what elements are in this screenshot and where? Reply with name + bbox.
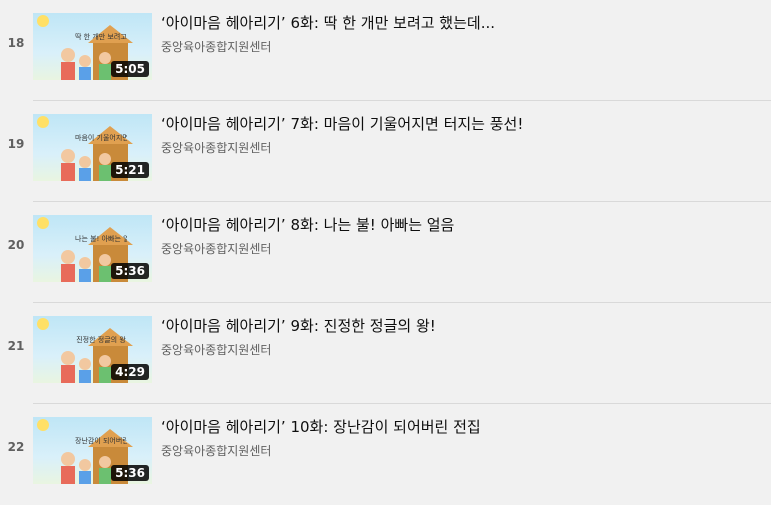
duration-badge: 5:36 bbox=[111, 263, 149, 279]
channel-name[interactable]: 중앙육아종합지원센터 bbox=[161, 342, 759, 358]
playlist-item[interactable]: 18 딱 한 개만 보려고 했는데 5:05 ‘아이마음 헤아리기’ 6화: 딱… bbox=[0, 0, 771, 101]
channel-name[interactable]: 중앙육아종합지원센터 bbox=[161, 241, 759, 257]
video-title[interactable]: ‘아이마음 헤아리기’ 7화: 마음이 기울어지면 터지는 풍선! bbox=[161, 114, 759, 134]
duration-badge: 5:36 bbox=[111, 465, 149, 481]
playlist-item-index: 19 bbox=[7, 137, 25, 151]
thumbnail-caption: 나는 불! 아빠는 얼음 bbox=[75, 235, 127, 243]
duration-badge: 4:29 bbox=[111, 364, 149, 380]
video-thumbnail[interactable]: 나는 불! 아빠는 얼음 5:36 bbox=[33, 215, 152, 282]
playlist-item[interactable]: 21 진정한 정글의 왕 4:29 ‘아이마음 헤아리기’ 9화: 진정한 정글… bbox=[0, 303, 771, 404]
channel-name[interactable]: 중앙육아종합지원센터 bbox=[161, 39, 759, 55]
video-thumbnail[interactable]: 진정한 정글의 왕 4:29 bbox=[33, 316, 152, 383]
playlist-panel: 18 딱 한 개만 보려고 했는데 5:05 ‘아이마음 헤아리기’ 6화: 딱… bbox=[0, 0, 771, 499]
thumbnail-caption: 딱 한 개만 보려고 했는데 bbox=[75, 33, 127, 41]
thumbnail-caption: 장난감이 되어버린 전집 bbox=[75, 437, 127, 445]
playlist-item[interactable]: 20 나는 불! 아빠는 얼음 5:36 ‘아이마음 헤아리기’ 8화: 나는 … bbox=[0, 202, 771, 303]
duration-badge: 5:21 bbox=[111, 162, 149, 178]
video-thumbnail[interactable]: 마음이 기울어지면 터지는 풍선 5:21 bbox=[33, 114, 152, 181]
playlist-item-index: 20 bbox=[7, 238, 25, 252]
playlist-item-index: 22 bbox=[7, 440, 25, 454]
thumbnail-caption: 마음이 기울어지면 터지는 풍선 bbox=[75, 134, 127, 142]
playlist-item[interactable]: 22 장난감이 되어버린 전집 5:36 ‘아이마음 헤아리기’ 10화: 장난… bbox=[0, 404, 771, 505]
playlist-item[interactable]: 19 마음이 기울어지면 터지는 풍선 5:21 ‘아이마음 헤아리기’ 7화:… bbox=[0, 101, 771, 202]
channel-name[interactable]: 중앙육아종합지원센터 bbox=[161, 443, 759, 459]
video-thumbnail[interactable]: 장난감이 되어버린 전집 5:36 bbox=[33, 417, 152, 484]
video-title[interactable]: ‘아이마음 헤아리기’ 6화: 딱 한 개만 보려고 했는데... bbox=[161, 13, 759, 33]
video-thumbnail[interactable]: 딱 한 개만 보려고 했는데 5:05 bbox=[33, 13, 152, 80]
video-title[interactable]: ‘아이마음 헤아리기’ 9화: 진정한 정글의 왕! bbox=[161, 316, 759, 336]
video-title[interactable]: ‘아이마음 헤아리기’ 8화: 나는 불! 아빠는 얼음 bbox=[161, 215, 759, 235]
channel-name[interactable]: 중앙육아종합지원센터 bbox=[161, 140, 759, 156]
video-title[interactable]: ‘아이마음 헤아리기’ 10화: 장난감이 되어버린 전집 bbox=[161, 417, 759, 437]
duration-badge: 5:05 bbox=[111, 61, 149, 77]
thumbnail-caption: 진정한 정글의 왕 bbox=[76, 336, 126, 344]
playlist-item-index: 18 bbox=[7, 36, 25, 50]
playlist-item-index: 21 bbox=[7, 339, 25, 353]
